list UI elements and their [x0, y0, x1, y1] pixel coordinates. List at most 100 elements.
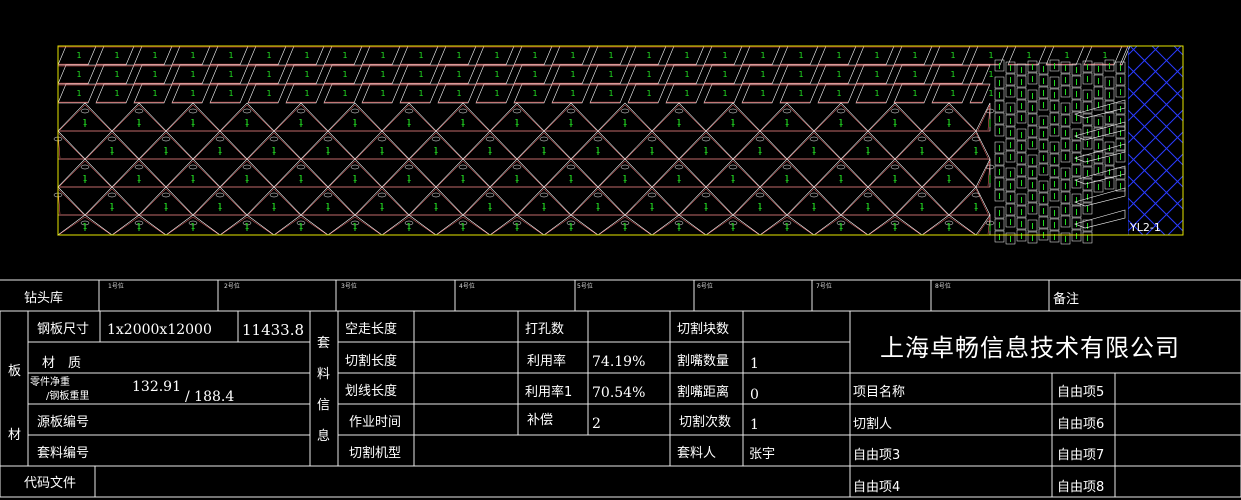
part-label: 1 [433, 202, 438, 211]
part-label: 1 [874, 70, 879, 79]
nested-part [57, 130, 86, 160]
part-label: 1 [271, 202, 276, 211]
part-label: 1 [244, 118, 249, 127]
cut-length-label: 切割长度 [345, 354, 398, 369]
nest-group-label-4: 息 [317, 429, 331, 444]
utilization-value: 74.19% [592, 354, 646, 370]
part-label: 1 [380, 89, 385, 98]
part-label: 1 [418, 70, 423, 79]
part-label: 1 [380, 51, 385, 60]
part-label: 1 [973, 202, 978, 211]
part-label: 1 [798, 70, 803, 79]
nozzle-count-label: 割嘴数量 [677, 354, 730, 369]
part-label: 1 [487, 202, 492, 211]
part-label: 1 [217, 202, 222, 211]
nested-part [969, 83, 991, 104]
cut-pieces-label: 切割块数 [677, 322, 730, 337]
part-label: 1 [798, 89, 803, 98]
nester-value: 张宇 [749, 447, 776, 462]
nested-part [975, 102, 991, 132]
part-label: 1 [244, 222, 249, 231]
part-label: 1 [298, 174, 303, 183]
project-name-label: 项目名称 [853, 385, 906, 400]
part-label: 1 [76, 51, 81, 60]
nest-group-label-2: 料 [317, 367, 331, 382]
sheet-label: YL2-1 [1130, 221, 1161, 234]
part-label: 1 [865, 202, 870, 211]
drill-slot-2: 2号位 [224, 283, 240, 290]
drill-slot-6: 6号位 [697, 283, 713, 290]
part-label: 1 [460, 222, 465, 231]
part-label: 1 [988, 70, 993, 79]
part-label: 1 [152, 70, 157, 79]
part-label: 1 [487, 146, 492, 155]
part-label: 1 [568, 222, 573, 231]
part-label: 1 [352, 174, 357, 183]
part-label: 1 [757, 146, 762, 155]
part-label: 1 [514, 222, 519, 231]
part-label: 1 [646, 51, 651, 60]
nested-part [948, 130, 991, 160]
part-label: 1 [730, 118, 735, 127]
company-name: 上海卓畅信息技术有限公司 [880, 334, 1180, 362]
part-label: 1 [418, 51, 423, 60]
part-label: 1 [541, 146, 546, 155]
part-label: 1 [646, 70, 651, 79]
part-label: 1 [494, 70, 499, 79]
part-label: 1 [304, 89, 309, 98]
part-label: 1 [163, 146, 168, 155]
part-label: 1 [568, 118, 573, 127]
nest-group-label-3: 信 [317, 398, 331, 413]
part-label: 1 [570, 70, 575, 79]
drill-slot-5: 5号位 [577, 283, 593, 290]
part-label: 1 [456, 51, 461, 60]
part-label: 1 [190, 89, 195, 98]
part-label: 1 [228, 70, 233, 79]
part-label: 1 [456, 89, 461, 98]
part-label: 1 [874, 89, 879, 98]
part-label: 1 [76, 70, 81, 79]
part-label: 1 [730, 174, 735, 183]
part-label: 1 [608, 70, 613, 79]
part-label: 1 [494, 51, 499, 60]
work-time-label: 作业时间 [349, 415, 402, 430]
nested-part [57, 186, 86, 216]
part-label: 1 [684, 51, 689, 60]
cad-canvas[interactable]: 1 1 1 1 1 1 1 1 1 1 1 1 1 1 1 1 1 1 1 1 1 1 1 1 1 1 1 1 1 1 1 1 1 1 1 1 1 1 1 1… [0, 0, 1241, 500]
part-label: 1 [892, 222, 897, 231]
part-label: 1 [190, 51, 195, 60]
nesting-parts: 1 1 1 1 1 1 1 1 1 1 1 1 1 1 1 1 1 1 1 1 1 1 1 1 1 1 1 1 1 1 1 1 1 1 1 1 1 1 1 1… [53, 45, 1131, 245]
part-label: 1 [919, 202, 924, 211]
part-label: 1 [352, 222, 357, 231]
free-item-5: 自由项5 [1057, 385, 1105, 400]
part-label: 1 [946, 174, 951, 183]
compensation-value: 2 [592, 416, 601, 432]
weight-value-2: / 188.4 [185, 389, 235, 405]
part-label: 1 [649, 146, 654, 155]
part-label: 1 [228, 51, 233, 60]
part-label: 1 [190, 70, 195, 79]
part-label: 1 [608, 51, 613, 60]
part-label: 1 [190, 118, 195, 127]
part-label: 1 [298, 222, 303, 231]
part-label: 1 [190, 174, 195, 183]
part-label: 1 [456, 70, 461, 79]
part-label: 1 [379, 202, 384, 211]
part-label: 1 [418, 89, 423, 98]
punch-count-label: 打孔数 [525, 322, 565, 337]
nozzle-distance-label: 割嘴距离 [677, 385, 730, 400]
nozzle-distance-value: 0 [750, 387, 759, 403]
drill-slot-3: 3号位 [341, 283, 357, 290]
part-label: 1 [811, 202, 816, 211]
part-label: 1 [406, 222, 411, 231]
part-label: 1 [595, 202, 600, 211]
nest-number-label: 套料编号 [37, 446, 90, 461]
nested-part [948, 186, 991, 216]
part-label: 1 [865, 146, 870, 155]
part-label: 1 [244, 174, 249, 183]
utilization1-label: 利用率1 [525, 385, 573, 400]
part-label: 1 [82, 222, 87, 231]
part-label: 1 [760, 51, 765, 60]
part-label: 1 [838, 174, 843, 183]
part-label: 1 [298, 118, 303, 127]
